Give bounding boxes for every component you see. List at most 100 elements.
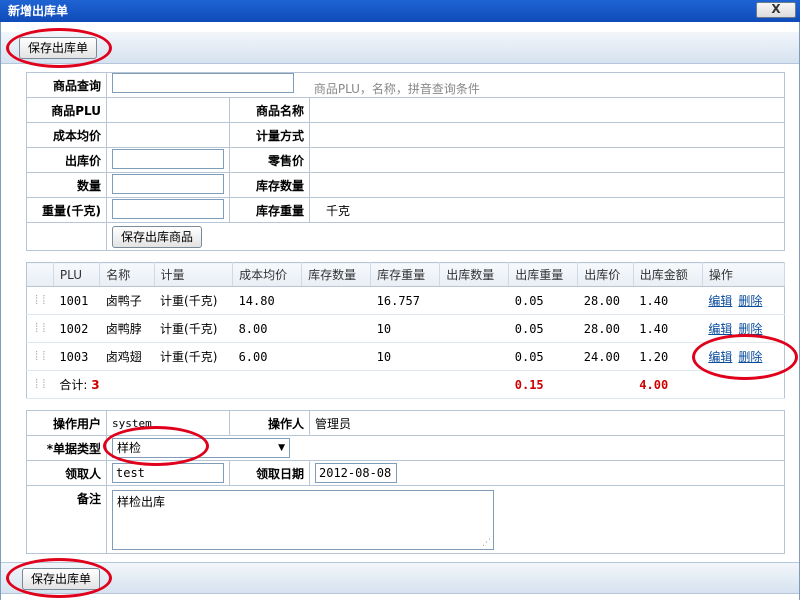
weight-label: 重量(千克) bbox=[26, 197, 107, 223]
total-amount: 4.00 bbox=[633, 370, 703, 399]
table-row: ⁞⁞ 1002 卤鸭脖 计重(千克) 8.00 10 0.05 28.00 1.… bbox=[26, 314, 785, 343]
cell-out-weight: 0.05 bbox=[508, 342, 578, 371]
drag-handle-icon: ⁞⁞ bbox=[26, 370, 54, 399]
cell-name: 卤鸭子 bbox=[99, 286, 155, 315]
resize-grip-icon[interactable]: ⋰ bbox=[482, 538, 491, 548]
edit-link[interactable]: 编辑 bbox=[708, 350, 732, 364]
cell-cost: 8.00 bbox=[232, 314, 302, 343]
operator-label: 操作人 bbox=[229, 410, 310, 436]
doc-type-select[interactable]: 样检 ▼ bbox=[112, 438, 290, 458]
cell-out-weight: 0.05 bbox=[508, 314, 578, 343]
cell-stock-qty bbox=[301, 286, 371, 315]
cell-out-price: 28.00 bbox=[577, 314, 634, 343]
table-row: ⁞⁞ 1001 卤鸭子 计重(千克) 14.80 16.757 0.05 28.… bbox=[26, 286, 785, 315]
name-label: 商品名称 bbox=[229, 97, 310, 123]
cost-label: 成本均价 bbox=[26, 122, 107, 148]
top-toolbar: 保存出库单 bbox=[1, 32, 799, 64]
note-textarea[interactable]: 样检出库 ⋰ bbox=[112, 489, 494, 550]
cell-stock-qty bbox=[301, 314, 371, 343]
retail-label: 零售价 bbox=[229, 147, 310, 173]
grid-handle-header bbox=[26, 262, 54, 287]
cell-plu: 1001 bbox=[53, 286, 100, 315]
product-query-form: 商品查询 商品PLU，名称，拼音查询条件 商品PLU 商品名称 成本均价 计量方… bbox=[26, 72, 785, 251]
drag-handle-icon[interactable]: ⁞⁞ bbox=[26, 342, 54, 371]
out-price-input[interactable] bbox=[112, 148, 224, 169]
table-row: ⁞⁞ 1003 卤鸡翅 计重(千克) 6.00 10 0.05 24.00 1.… bbox=[26, 342, 785, 371]
doc-type-label: *单据类型 bbox=[26, 435, 107, 461]
cell-out-qty bbox=[439, 342, 509, 371]
drag-handle-icon[interactable]: ⁞⁞ bbox=[26, 314, 54, 343]
edit-link[interactable]: 编辑 bbox=[708, 294, 732, 308]
col-amount[interactable]: 出库金额 bbox=[633, 262, 703, 287]
stock-weight-label: 库存重量 bbox=[229, 197, 310, 223]
cell-measure: 计重(千克) bbox=[154, 342, 233, 371]
cell-name: 卤鸡翅 bbox=[99, 342, 155, 371]
total-label: 合计: bbox=[59, 378, 88, 392]
col-measure[interactable]: 计量 bbox=[154, 262, 234, 287]
cost-value bbox=[106, 122, 230, 148]
window-title: 新增出库单 bbox=[8, 4, 69, 18]
receiver-label: 领取人 bbox=[26, 460, 107, 486]
out-price-label: 出库价 bbox=[26, 147, 107, 173]
col-out-weight[interactable]: 出库重量 bbox=[508, 262, 579, 287]
stock-weight-unit: 千克 bbox=[309, 197, 785, 223]
cell-plu: 1003 bbox=[53, 342, 100, 371]
weight-input[interactable] bbox=[112, 198, 224, 219]
measure-label: 计量方式 bbox=[229, 122, 310, 148]
search-hint: 商品PLU，名称，拼音查询条件 bbox=[313, 82, 480, 96]
close-button[interactable]: X bbox=[756, 2, 796, 18]
document-info-form: 操作用户 system 操作人 管理员 *单据类型 样检 ▼ 领取人 test … bbox=[26, 410, 785, 554]
stock-qty-label: 库存数量 bbox=[229, 172, 310, 198]
cell-name: 卤鸭脖 bbox=[99, 314, 155, 343]
cell-plu: 1002 bbox=[53, 314, 100, 343]
bottom-toolbar: 保存出库单 bbox=[1, 562, 799, 594]
cell-cost: 6.00 bbox=[232, 342, 302, 371]
col-name[interactable]: 名称 bbox=[99, 262, 155, 287]
col-out-qty[interactable]: 出库数量 bbox=[439, 262, 510, 287]
measure-value bbox=[309, 122, 785, 148]
col-out-price[interactable]: 出库价 bbox=[577, 262, 634, 287]
col-cost[interactable]: 成本均价 bbox=[232, 262, 303, 287]
qty-input[interactable] bbox=[112, 173, 224, 194]
dialog-body: 保存出库单 商品查询 商品PLU，名称，拼音查询条件 商品PLU 商品名称 成本… bbox=[0, 22, 800, 600]
edit-link[interactable]: 编辑 bbox=[708, 322, 732, 336]
retail-value bbox=[309, 147, 785, 173]
cell-stock-weight: 16.757 bbox=[370, 286, 440, 315]
cell-out-qty bbox=[439, 314, 509, 343]
save-item-button[interactable]: 保存出库商品 bbox=[112, 225, 203, 248]
save-outbound-button-top[interactable]: 保存出库单 bbox=[19, 37, 98, 59]
save-outbound-button-bottom[interactable]: 保存出库单 bbox=[22, 568, 101, 590]
outbound-items-grid: PLU 名称 计量 成本均价 库存数量 库存重量 出库数量 出库重量 出库价 出… bbox=[26, 262, 786, 399]
delete-link[interactable]: 删除 bbox=[738, 322, 762, 336]
chevron-down-icon: ▼ bbox=[278, 443, 285, 453]
col-stock-qty[interactable]: 库存数量 bbox=[301, 262, 372, 287]
window-title-bar: 新增出库单 X bbox=[0, 0, 800, 22]
cell-stock-qty bbox=[301, 342, 371, 371]
cell-stock-weight: 10 bbox=[370, 342, 440, 371]
receiver-input[interactable]: test bbox=[112, 463, 224, 483]
cell-amount: 1.40 bbox=[633, 286, 703, 315]
cell-cost: 14.80 bbox=[232, 286, 302, 315]
qty-label: 数量 bbox=[26, 172, 107, 198]
op-user-value: system bbox=[106, 410, 230, 436]
total-row: ⁞⁞ 合计: 3 0.15 4.00 bbox=[26, 370, 785, 399]
date-input[interactable]: 2012-08-08 bbox=[315, 463, 397, 483]
grid-header-row: PLU 名称 计量 成本均价 库存数量 库存重量 出库数量 出库重量 出库价 出… bbox=[26, 262, 786, 287]
cell-stock-weight: 10 bbox=[370, 314, 440, 343]
col-plu[interactable]: PLU bbox=[53, 262, 101, 287]
delete-link[interactable]: 删除 bbox=[738, 350, 762, 364]
operator-value: 管理员 bbox=[309, 410, 785, 436]
search-input[interactable] bbox=[112, 73, 294, 93]
date-label: 领取日期 bbox=[229, 460, 310, 486]
total-weight: 0.15 bbox=[508, 370, 578, 399]
op-user-label: 操作用户 bbox=[26, 410, 107, 436]
cell-measure: 计重(千克) bbox=[154, 314, 233, 343]
cell-amount: 1.40 bbox=[633, 314, 703, 343]
col-stock-weight[interactable]: 库存重量 bbox=[370, 262, 441, 287]
drag-handle-icon[interactable]: ⁞⁞ bbox=[26, 286, 54, 315]
note-value: 样检出库 bbox=[117, 494, 166, 509]
cell-measure: 计重(千克) bbox=[154, 286, 233, 315]
total-count: 3 bbox=[91, 378, 100, 392]
delete-link[interactable]: 删除 bbox=[738, 294, 762, 308]
name-value bbox=[309, 97, 785, 123]
